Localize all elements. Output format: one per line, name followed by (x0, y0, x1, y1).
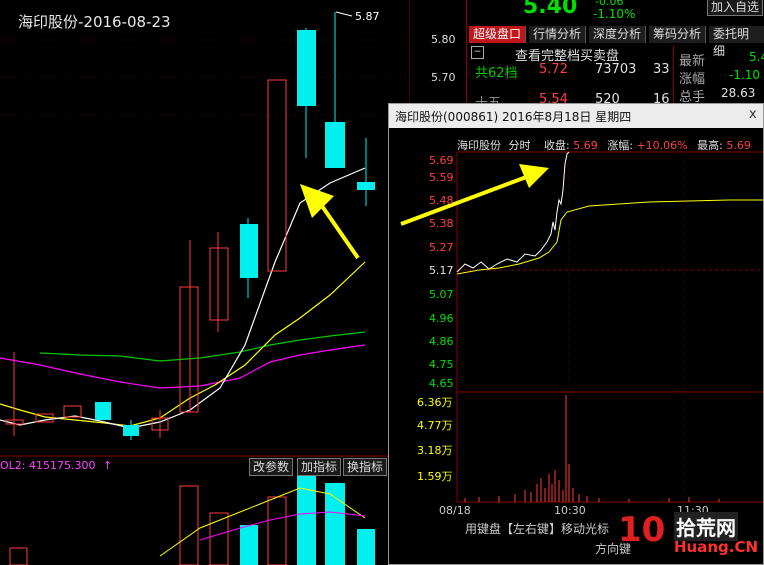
intraday-popup: 海印股份(000861) 2016年8月18日 星期四 x 海印股份 分时 收盘… (388, 103, 764, 565)
orderbook-row-price: 5.72 (539, 62, 568, 77)
main-chart: 海印股份-2016-08-23 5.80 5.70 5.87 OL2: 4151… (0, 0, 456, 565)
candle-up (209, 247, 229, 321)
volume-tick: 3.18万 (417, 444, 453, 457)
add-watchlist-button[interactable]: 加入自选 (707, 0, 764, 16)
volume-indicator-label: OL2: 415175.300 ↑ (0, 459, 112, 472)
intraday-volume-bars (464, 395, 720, 502)
price-tick: 5.48 (429, 194, 454, 207)
annotation-arrow-shaft (320, 204, 360, 260)
popup-hint-line1: 用键盘【左右键】移动光标 (465, 522, 610, 536)
collapse-toggle[interactable]: − (471, 46, 484, 59)
tab-market-analysis[interactable]: 行情分析 (529, 26, 587, 43)
candle-down (95, 402, 111, 420)
volume-tick: 1.59万 (417, 470, 453, 483)
last-price: 5.40 (523, 0, 578, 19)
tab-depth-analysis[interactable]: 深度分析 (589, 26, 647, 43)
stat-divider (673, 45, 674, 110)
volume-bar (325, 483, 345, 565)
stat-label-change: 涨幅 (679, 72, 706, 87)
volume-indicator-text: OL2: 415175.300 (0, 459, 96, 472)
switch-indicator-button[interactable]: 换指标 (343, 458, 388, 476)
ma20-line (39, 331, 366, 362)
tab-super-order[interactable]: 超级盘口 (469, 26, 527, 43)
volume-tick: 6.36万 (417, 396, 453, 409)
candle-down (297, 30, 316, 106)
candle-up (63, 405, 82, 418)
price-change-pct: -1.10% (593, 7, 636, 21)
price-tick: 4.86 (429, 335, 454, 348)
volume-indicator-arrow: ↑ (102, 459, 113, 472)
stat-value-change: -1.10 (729, 68, 761, 82)
candle-down (325, 122, 345, 168)
site-watermark: 10 拾荒网 Huang.CN (618, 506, 764, 562)
price-tick: 5.17 (429, 264, 454, 277)
edit-params-button[interactable]: 改参数 (249, 458, 294, 476)
candle-down (357, 182, 375, 190)
time-tick: 08/18 (439, 504, 471, 517)
watermark-sub: Huang.CN (674, 538, 759, 556)
price-tick: 4.96 (429, 312, 454, 325)
average-line (456, 199, 763, 275)
stat-value-volume: 28.63 (721, 86, 756, 100)
volume-bar (267, 496, 287, 565)
volume-bar (240, 525, 258, 565)
volume-bar (179, 485, 199, 565)
stat-value-latest: 5.4 (749, 50, 764, 64)
price-tick: 5.80 (431, 33, 456, 46)
stat-label-latest: 最新 (679, 54, 706, 69)
price-tick: 5.70 (431, 71, 456, 84)
candle-down (240, 224, 258, 278)
price-tick: 4.75 (429, 358, 454, 371)
watermark-number: 10 (618, 510, 666, 550)
price-tick: 5.38 (429, 217, 454, 230)
price-tick: 5.69 (429, 154, 454, 167)
time-tick: 10:30 (554, 504, 586, 517)
price-tick: 5.07 (429, 288, 454, 301)
orderbook-row-count: 33 (653, 62, 670, 77)
price-tick: 5.59 (429, 171, 454, 184)
annotation-arrow-shaft (400, 174, 530, 226)
volume-tick: 4.77万 (417, 419, 453, 432)
high-marker-label: 5.87 (355, 10, 380, 23)
volume-bar (9, 547, 28, 565)
high-marker-line (335, 11, 353, 17)
quote-panel: 5.40 -0.06 -1.10% 加入自选 超级盘口 行情分析 深度分析 筹码… (466, 0, 764, 111)
tab-chip-analysis[interactable]: 筹码分析 (649, 26, 707, 43)
orderbook-row-volume: 73703 (595, 62, 637, 77)
price-tick: 4.65 (429, 377, 454, 390)
watermark-text: 拾荒网 (674, 512, 738, 541)
candle-down (123, 425, 139, 436)
candle-up (179, 286, 199, 413)
volume-bar (357, 529, 375, 565)
orderbook-row-label: 共62档 (475, 66, 518, 81)
price-line (456, 151, 570, 273)
ma30-line (0, 344, 366, 389)
tab-order-detail[interactable]: 委托明细 (709, 26, 764, 58)
kline-svg (0, 0, 410, 565)
add-indicator-button[interactable]: 加指标 (297, 458, 342, 476)
price-tick: 5.27 (429, 241, 454, 254)
